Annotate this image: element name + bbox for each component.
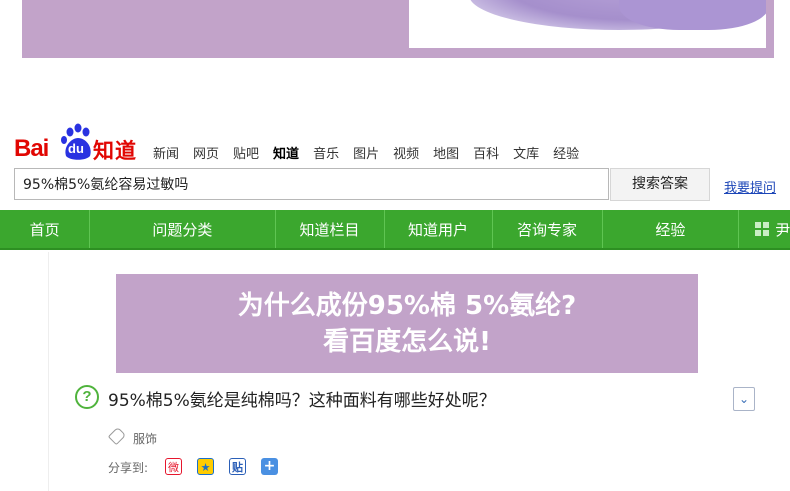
grid-icon (755, 222, 770, 236)
left-divider (48, 252, 49, 491)
menu-experts[interactable]: 咨询专家 (493, 210, 603, 248)
ask-question-link[interactable]: 我要提问 (724, 177, 776, 196)
product-photo (409, 0, 766, 48)
chevron-down-icon[interactable]: ⌄ (733, 387, 755, 411)
promo-line-2: 看百度怎么说! (323, 327, 491, 357)
nav-wenku[interactable]: 文库 (513, 143, 539, 162)
question-title: 95%棉5%氨纶是纯棉吗？这种面料有哪些好处呢？ (108, 391, 496, 411)
question-icon: ? (75, 385, 99, 409)
tag-icon (107, 426, 127, 446)
promo-line-1: 为什么成份95%棉 5%氨纶? (237, 291, 577, 321)
category-tag[interactable]: 服饰 (133, 430, 157, 447)
logo-du-text: du (68, 141, 84, 156)
nav-zhidao[interactable]: 知道 (273, 143, 299, 162)
nav-baike[interactable]: 百科 (473, 143, 499, 162)
search-input[interactable] (14, 168, 609, 200)
menu-categories[interactable]: 问题分类 (90, 210, 276, 248)
nav-music[interactable]: 音乐 (313, 143, 339, 162)
menu-jingyan[interactable]: 经验 (603, 210, 740, 248)
search-button[interactable]: 搜索答案 (610, 168, 710, 201)
baidu-zhidao-logo[interactable]: Bai du 知道 (14, 122, 138, 163)
menu-more-label: 尹 (775, 220, 790, 239)
logo-zhidao-text: 知道 (93, 139, 137, 163)
tieba-icon[interactable]: 贴 (229, 458, 246, 475)
nav-news[interactable]: 新闻 (153, 143, 179, 162)
main-menu: 首页 问题分类 知道栏目 知道用户 咨询专家 经验 尹 (0, 210, 790, 250)
weibo-icon[interactable]: 微 (165, 458, 182, 475)
menu-home[interactable]: 首页 (0, 210, 91, 248)
menu-more[interactable]: 尹 (739, 210, 790, 248)
nav-web[interactable]: 网页 (193, 143, 219, 162)
nav-images[interactable]: 图片 (353, 143, 379, 162)
nav-tieba[interactable]: 贴吧 (233, 143, 259, 162)
top-ad-banner[interactable] (22, 0, 774, 58)
menu-users[interactable]: 知道用户 (385, 210, 493, 248)
qzone-icon[interactable]: ★ (197, 458, 214, 475)
promo-banner[interactable]: 为什么成份95%棉 5%氨纶? 看百度怎么说! (116, 274, 698, 373)
product-nav: 新闻 网页 贴吧 知道 音乐 图片 视频 地图 百科 文库 经验 (153, 143, 593, 162)
nav-video[interactable]: 视频 (393, 143, 419, 162)
nav-jingyan[interactable]: 经验 (553, 143, 579, 162)
logo-bai-text: Bai (14, 135, 49, 162)
share-label: 分享到: (108, 461, 149, 475)
menu-columns[interactable]: 知道栏目 (276, 210, 385, 248)
more-share-icon[interactable]: + (261, 458, 278, 475)
nav-map[interactable]: 地图 (433, 143, 459, 162)
